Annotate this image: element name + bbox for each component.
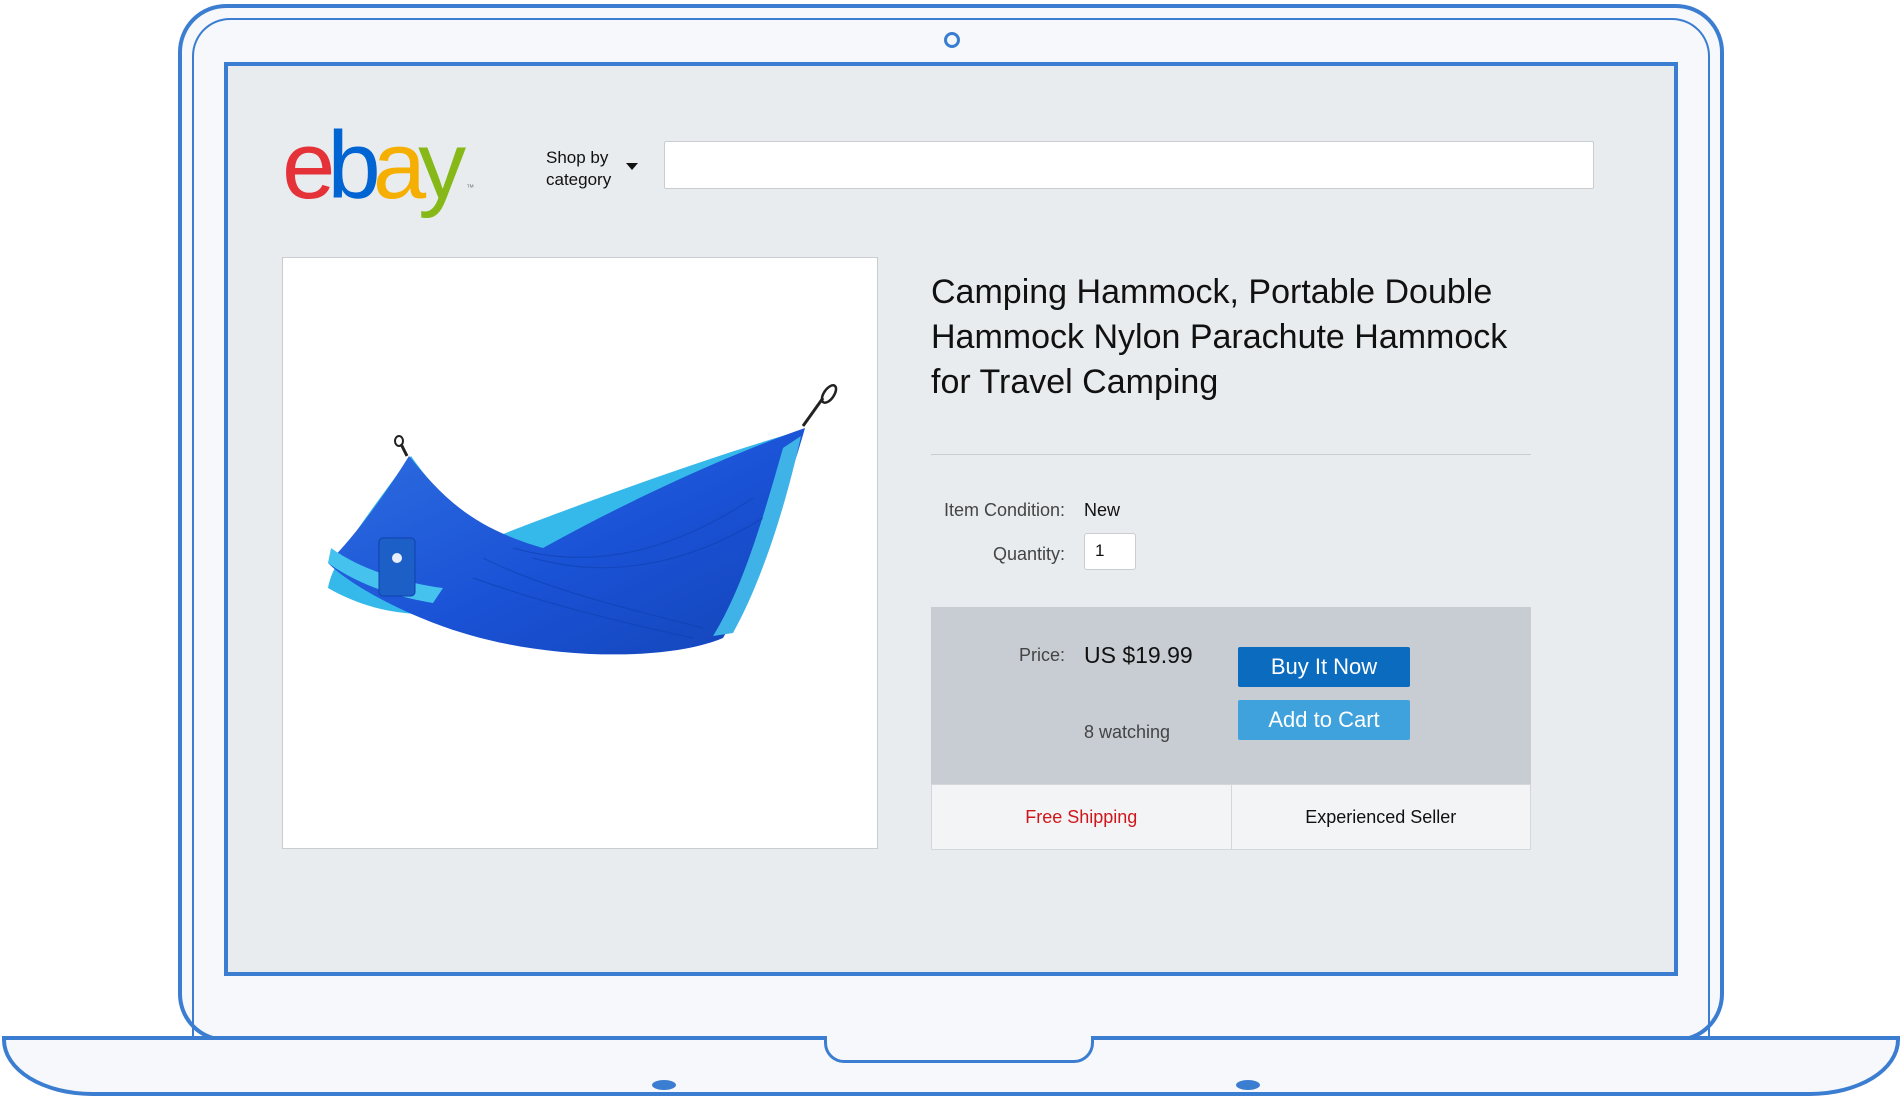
laptop-base — [2, 1036, 1900, 1096]
watching-count: 8 watching — [1084, 722, 1171, 742]
shop-by-label-line1: Shop by — [546, 148, 609, 167]
product-title-line: for Travel Camping — [931, 363, 1219, 401]
logo-trademark: ™ — [466, 183, 475, 192]
item-condition-label: Item Condition: — [943, 500, 1065, 520]
product-title: Camping Hammock, Portable Double Hammock… — [931, 270, 1571, 405]
laptop-foot — [652, 1080, 676, 1090]
shop-by-label-line2: category — [546, 170, 612, 189]
logo-letter-e: e — [282, 112, 335, 219]
item-condition-value: New — [1084, 500, 1121, 520]
logo-letter-b: b — [327, 112, 380, 219]
price-panel: Price: US $19.99 8 watching Buy It Now A… — [931, 607, 1531, 784]
price-value: US $19.99 — [1084, 642, 1193, 668]
seller-badges: Free Shipping Experienced Seller — [931, 784, 1531, 850]
product-title-line: Hammock Nylon Parachute Hammock — [931, 318, 1508, 356]
quantity-label: Quantity: — [992, 544, 1065, 564]
logo-letter-a: a — [372, 112, 426, 219]
search-input[interactable] — [664, 141, 1594, 189]
experienced-seller-badge: Experienced Seller — [1230, 785, 1531, 849]
laptop-foot — [1236, 1080, 1260, 1090]
quantity-input[interactable]: 1 — [1084, 533, 1136, 570]
shop-by-category-dropdown[interactable]: Shop by category — [546, 147, 611, 191]
free-shipping-badge: Free Shipping — [1025, 806, 1138, 827]
ebay-logo[interactable]: ebay ™ — [282, 118, 502, 214]
product-title-line: Camping Hammock, Portable Double — [931, 273, 1493, 311]
hammock-image — [328, 384, 838, 655]
webcam-icon — [944, 32, 960, 48]
laptop-trackpad-notch — [824, 1036, 1094, 1063]
divider — [931, 454, 1531, 455]
add-to-cart-button[interactable]: Add to Cart — [1238, 700, 1410, 740]
buy-it-now-button[interactable]: Buy It Now — [1238, 647, 1410, 687]
laptop-screen: ebay ™ Shop by category Camping Hammock,… — [224, 62, 1678, 976]
chevron-down-icon[interactable] — [626, 163, 638, 170]
price-label: Price: — [1018, 645, 1065, 665]
product-image[interactable] — [282, 257, 878, 849]
logo-letter-y: y — [418, 112, 466, 219]
